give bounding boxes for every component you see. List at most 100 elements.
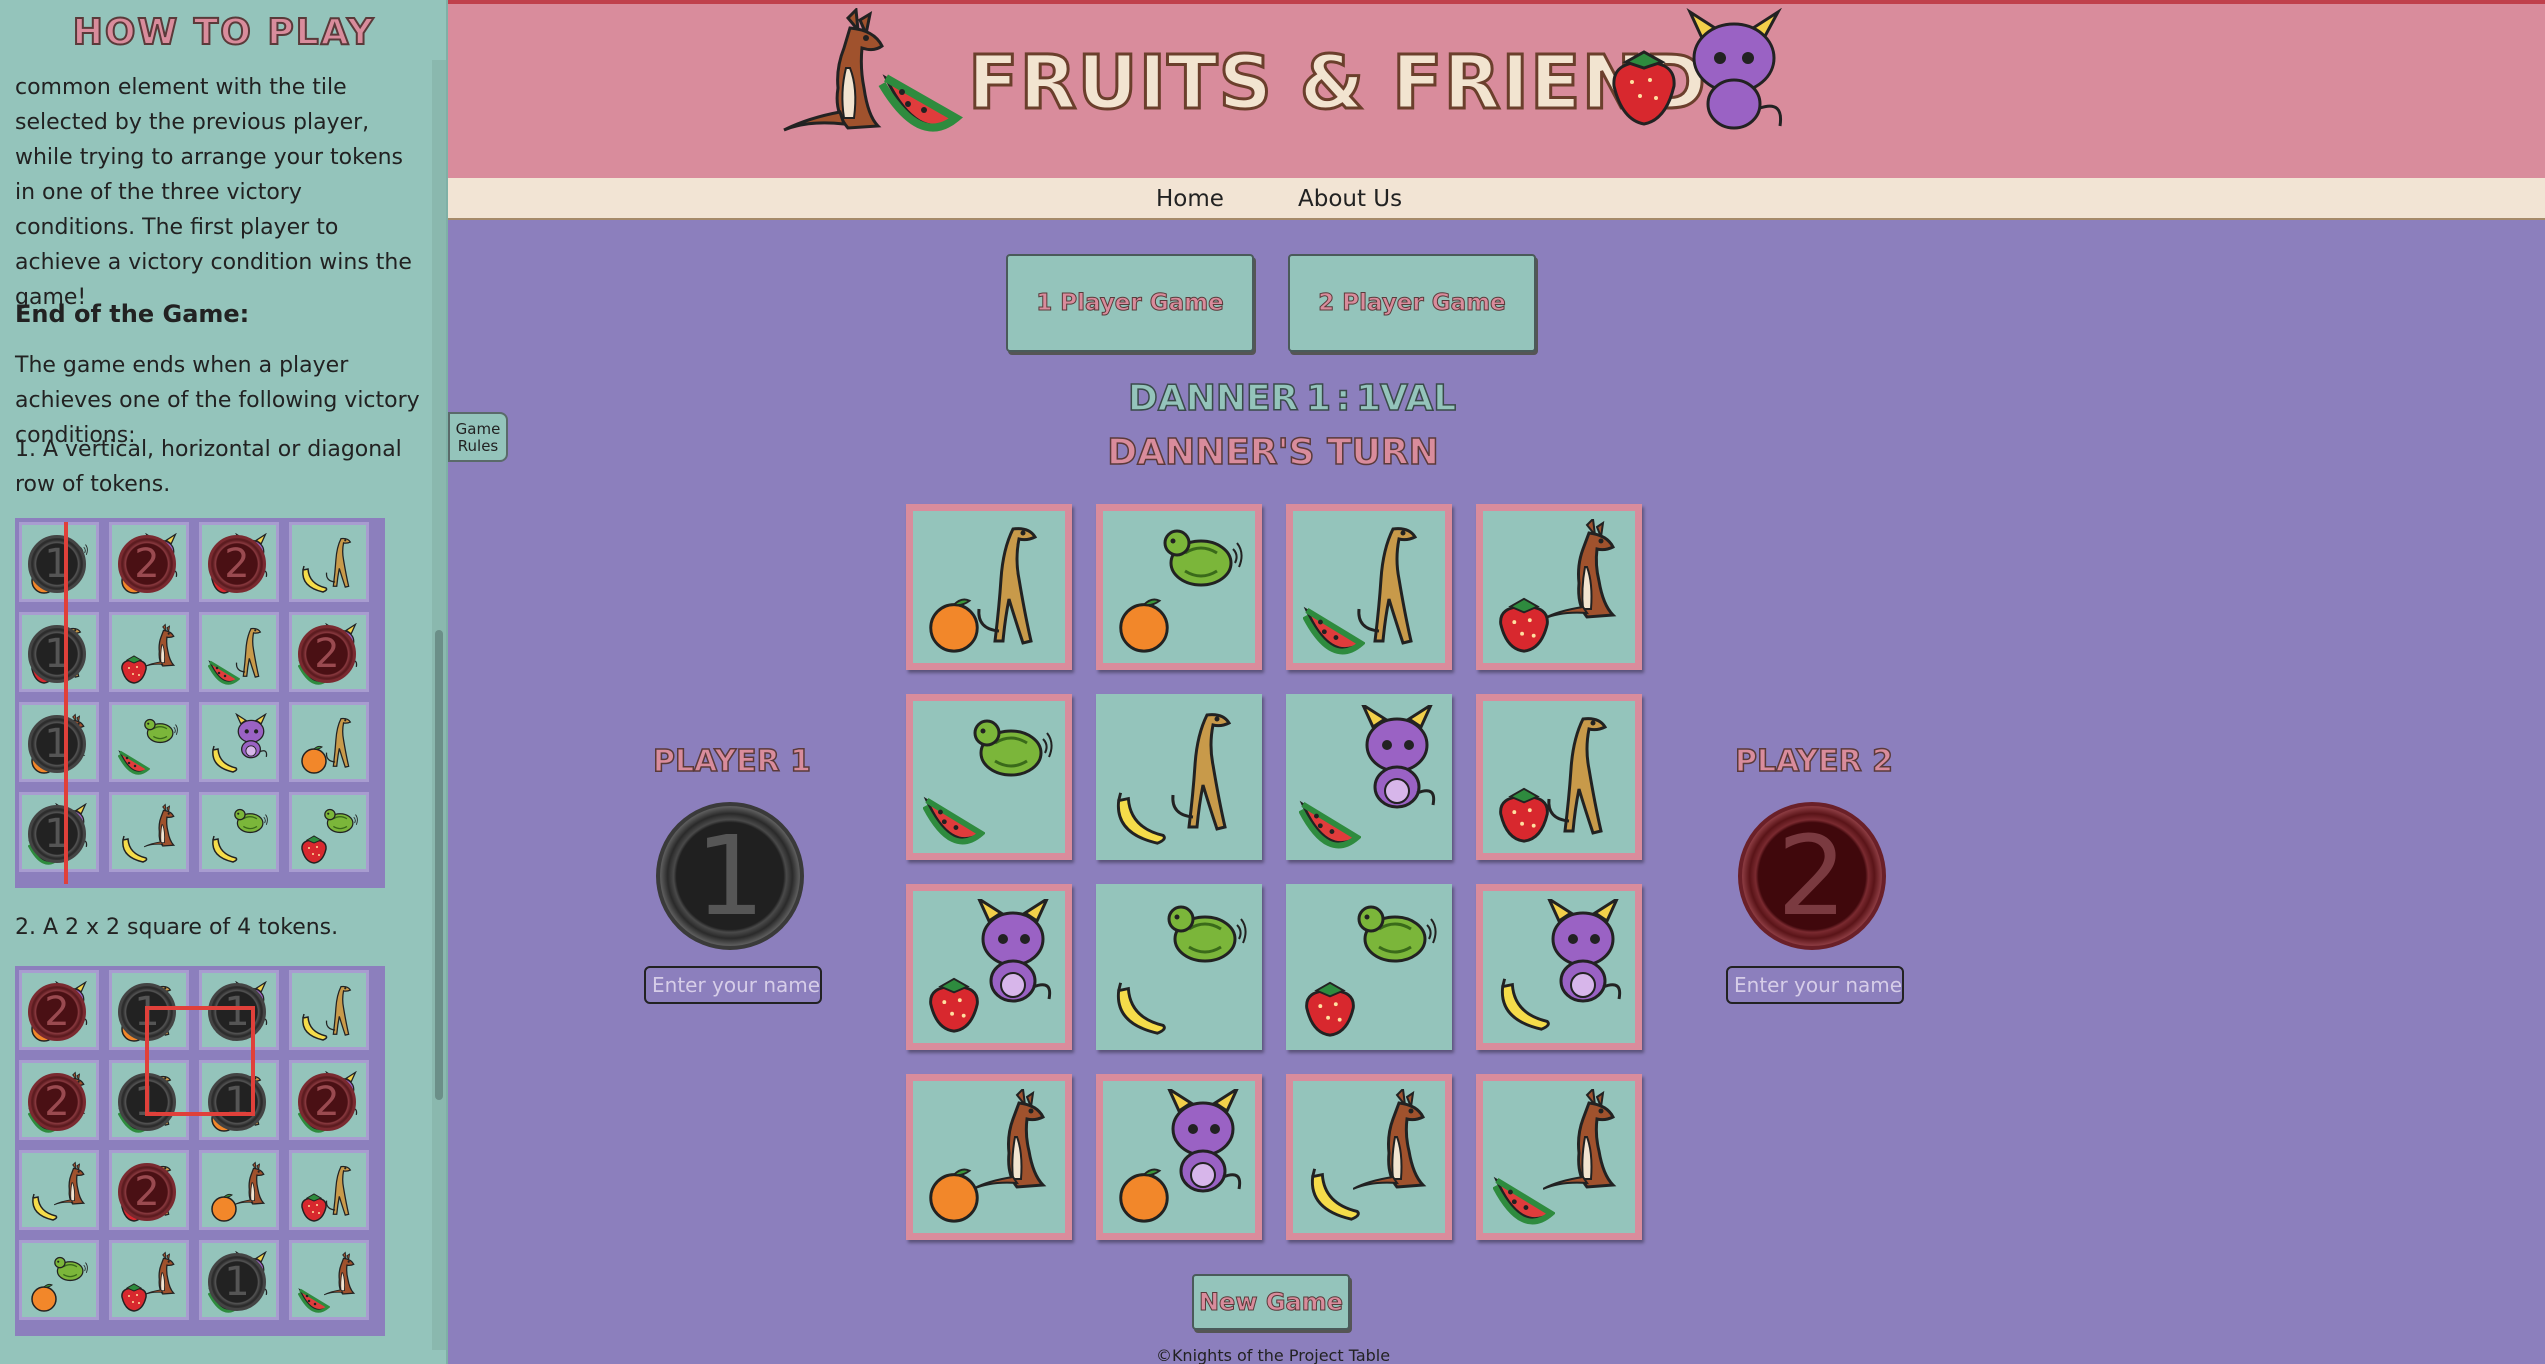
example-tile: [289, 522, 369, 602]
example-tile: [109, 612, 189, 692]
kangaroo-icon: [972, 1086, 1053, 1219]
example-token-2: 2: [118, 535, 176, 593]
board-tile[interactable]: [906, 504, 1072, 670]
greyhound-icon: [973, 519, 1053, 649]
main-nav: Home About Us: [448, 178, 2545, 220]
scoreboard-player1-name: DANNER: [1127, 377, 1299, 420]
scoreboard-player2-score: 1: [1355, 377, 1382, 420]
orange-icon: [208, 1191, 240, 1223]
board-tile[interactable]: [1286, 694, 1452, 860]
example-tile: [289, 702, 369, 782]
banana-icon: [208, 743, 240, 775]
new-game-button[interactable]: New Game: [1192, 1274, 1350, 1330]
example-tile: [289, 792, 369, 872]
banana-icon: [28, 1191, 60, 1223]
example-tile: 2: [19, 970, 99, 1050]
orange-icon: [1113, 1163, 1175, 1225]
example-tile: 2: [109, 1150, 189, 1230]
strawberry-icon: [1299, 977, 1361, 1039]
board-tile[interactable]: [1476, 884, 1642, 1050]
victory-square-outline: [145, 1006, 255, 1116]
example-token-2: 2: [28, 1073, 86, 1131]
strawberry-icon: [298, 833, 330, 865]
kangaroo-icon: [1542, 516, 1623, 649]
example-token-1: 1: [208, 1253, 266, 1311]
banana-icon: [298, 563, 330, 595]
dragon-cat-icon: [1357, 701, 1437, 835]
banana-icon: [118, 833, 150, 865]
site-header: FRUITS & FRIENDS: [448, 0, 2545, 178]
board-tile[interactable]: [1286, 1074, 1452, 1240]
victory-line-vertical: [64, 522, 68, 884]
board-tile[interactable]: [906, 884, 1072, 1050]
strawberry-icon: [1493, 593, 1555, 655]
example-token-1: 1: [28, 625, 86, 683]
player2-token: 2: [1738, 802, 1886, 950]
watermelon-icon: [922, 783, 987, 845]
board-tile[interactable]: [1286, 504, 1452, 670]
victory-condition-1: 1. A vertical, horizontal or diagonal ro…: [15, 437, 402, 497]
orange-icon: [923, 1163, 985, 1225]
greyhound-icon: [1353, 519, 1433, 649]
watermelon-icon: [1298, 787, 1363, 849]
example-tile: [19, 1240, 99, 1320]
board-tile[interactable]: [906, 694, 1072, 860]
board-tile[interactable]: [1476, 504, 1642, 670]
example-tile: 1: [19, 702, 99, 782]
example-token-2: 2: [118, 1163, 176, 1221]
example-tile: 2: [109, 522, 189, 602]
board-tile[interactable]: [1096, 884, 1262, 1050]
player2-name-input[interactable]: [1726, 966, 1904, 1004]
turn-indicator: DANNER'S TURN: [1107, 431, 1440, 474]
example-tile: [109, 792, 189, 872]
victory-condition-2: 2. A 2 x 2 square of 4 tokens.: [15, 915, 339, 940]
example-tile: [199, 702, 279, 782]
banana-icon: [298, 1011, 330, 1043]
banana-icon: [208, 833, 240, 865]
player1-token: 1: [656, 802, 804, 950]
banana-icon: [1493, 973, 1555, 1035]
player1-label: PLAYER 1: [652, 743, 812, 780]
board-tile[interactable]: [1096, 1074, 1262, 1240]
orange-icon: [1113, 593, 1175, 655]
watermelon-icon: [1302, 593, 1367, 655]
example-board-row: 1221211: [15, 518, 385, 888]
example-token-1: 1: [28, 715, 86, 773]
turtle-icon: [1167, 895, 1247, 1025]
player1-name-input[interactable]: [644, 966, 822, 1004]
two-player-game-button[interactable]: 2 Player Game: [1288, 254, 1536, 352]
board-tile[interactable]: [1096, 694, 1262, 860]
board-tile[interactable]: [1096, 504, 1262, 670]
sidebar-scrollbar-thumb[interactable]: [435, 630, 443, 1100]
example-token-2: 2: [208, 535, 266, 593]
turtle-icon: [973, 709, 1053, 839]
watermelon-icon: [297, 1281, 331, 1313]
nav-about-link[interactable]: About Us: [1298, 186, 1402, 212]
one-player-game-button[interactable]: 1 Player Game: [1006, 254, 1254, 352]
board-tile[interactable]: [906, 1074, 1072, 1240]
example-tile: [289, 1240, 369, 1320]
example-tile: 1: [19, 792, 99, 872]
watermelon-icon: [1492, 1163, 1557, 1225]
dragon-cat-icon: [1163, 1085, 1243, 1219]
watermelon-icon: [207, 653, 241, 685]
rules-scroll-area[interactable]: common element with the tile selected by…: [0, 60, 432, 1364]
example-token-2: 2: [298, 625, 356, 683]
footer-credit: ©Knights of the Project Table: [1155, 1346, 1391, 1364]
board-tile[interactable]: [1476, 1074, 1642, 1240]
example-tile: [289, 1150, 369, 1230]
board-tile[interactable]: [1476, 694, 1642, 860]
board-tile[interactable]: [1286, 884, 1452, 1050]
example-tile: [289, 970, 369, 1050]
example-tile: 2: [289, 1060, 369, 1140]
turtle-icon: [1163, 519, 1243, 649]
player2-label: PLAYER 2: [1734, 743, 1894, 780]
banana-icon: [1303, 1163, 1365, 1225]
watermelon-logo-icon: [878, 74, 963, 132]
dragon-cat-icon: [973, 895, 1053, 1029]
strawberry-icon: [1493, 783, 1555, 845]
example-tile: 1: [19, 522, 99, 602]
game-rules-toggle-button[interactable]: Game Rules: [448, 412, 508, 462]
nav-home-link[interactable]: Home: [1156, 186, 1224, 212]
strawberry-icon: [118, 1281, 150, 1313]
